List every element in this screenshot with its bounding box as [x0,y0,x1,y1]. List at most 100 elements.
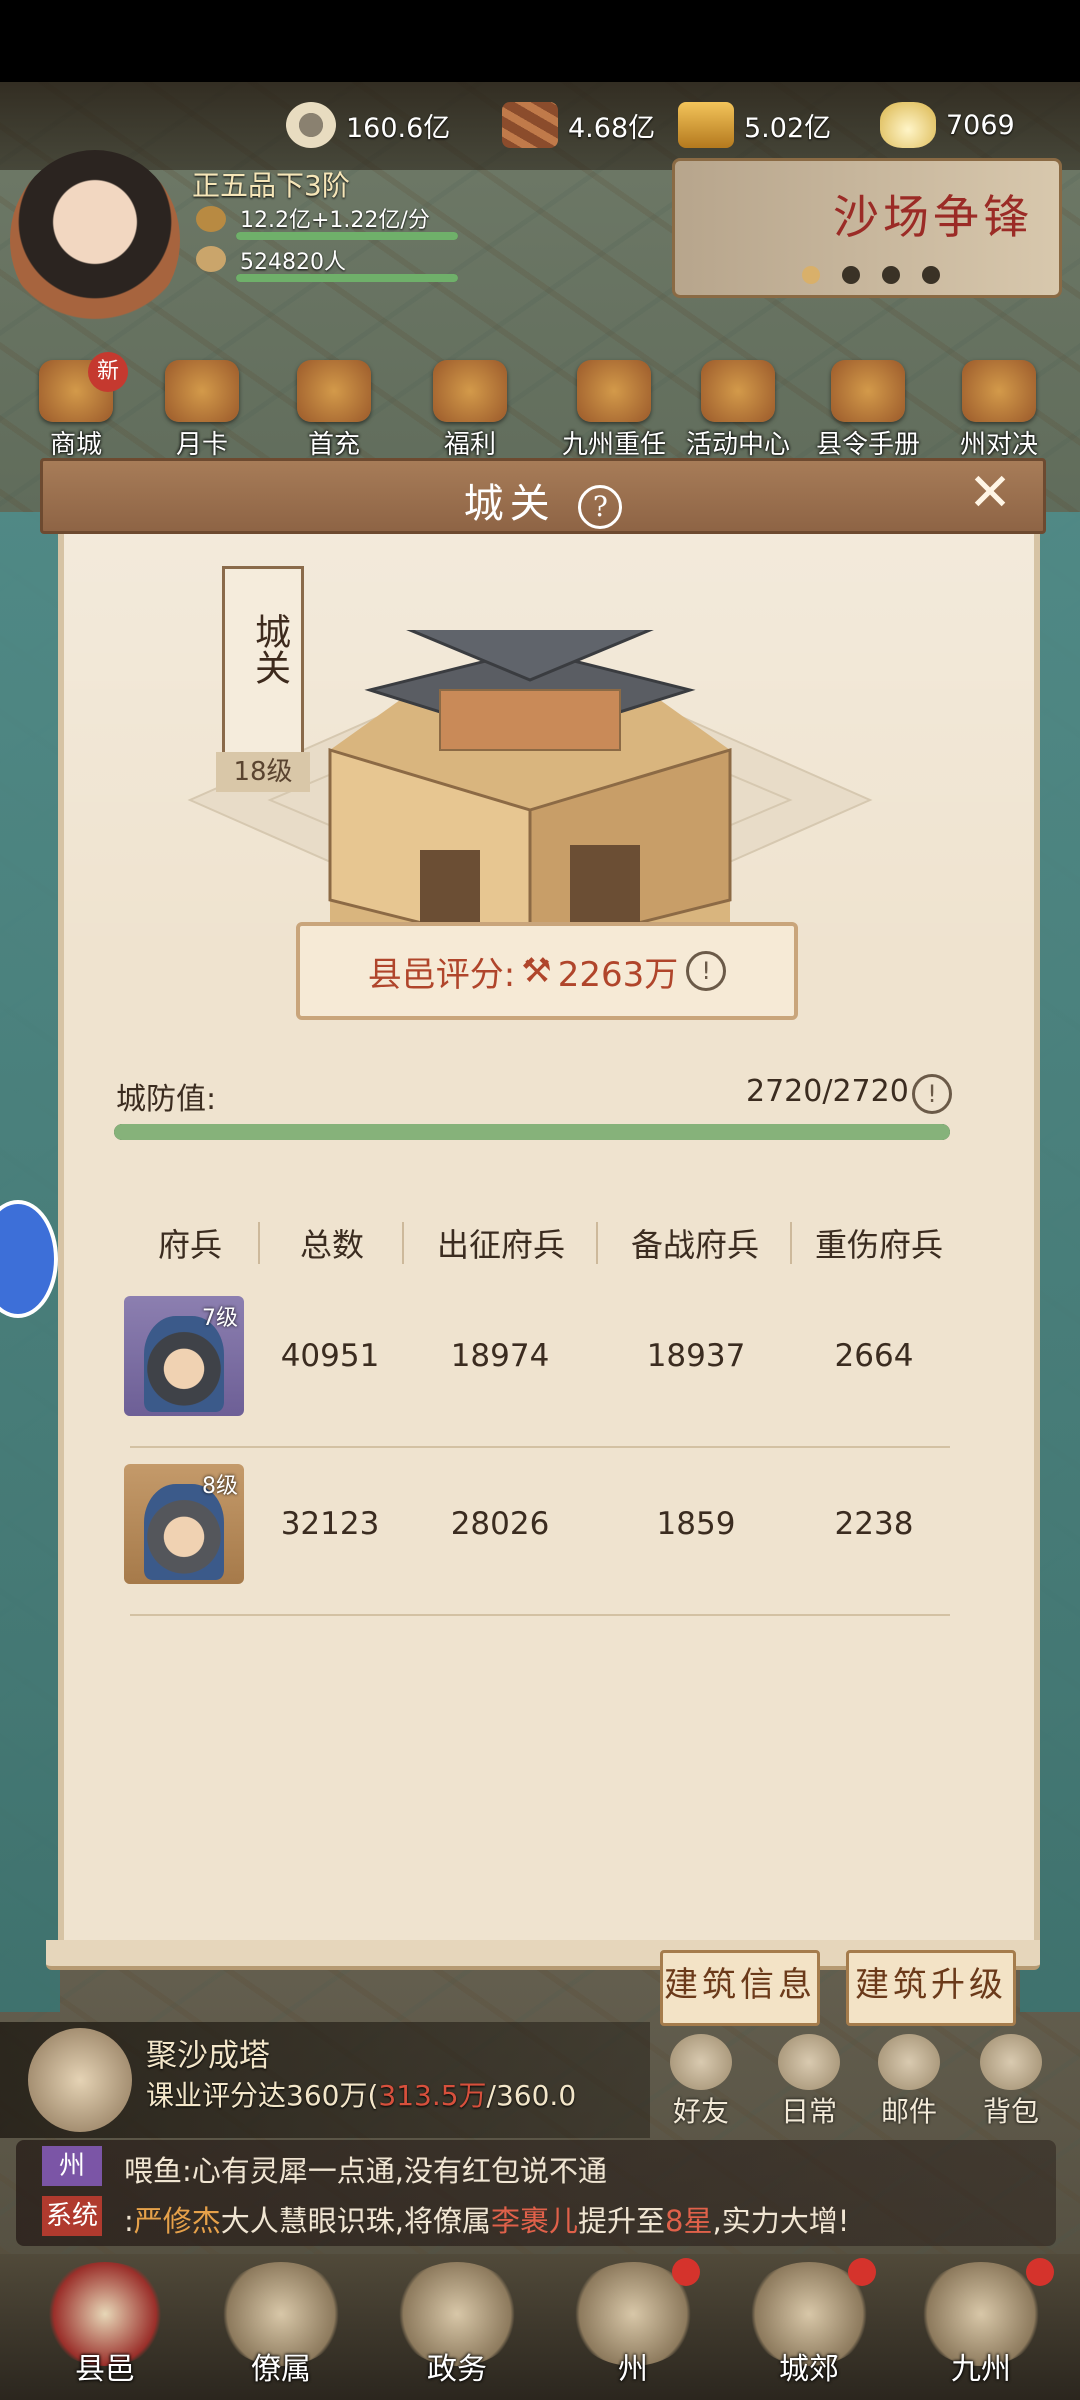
chat-text: 提升至 [578,2204,666,2238]
chat-text: ,实力大增! [712,2204,850,2238]
building-name: 城关 [249,613,290,685]
defense-value: 2720/2720 [746,1074,909,1109]
player-rank: 正五品下3阶 [192,169,350,202]
cell-reserve: 1859 [656,1506,736,1542]
banner-page-dot[interactable] [842,266,860,284]
menu-jiuzhou-mission[interactable]: 九州重任 [552,360,676,461]
notification-dot [848,2258,876,2286]
task-progress: 313.5万 [378,2079,487,2112]
silver-ingot-icon [880,102,936,148]
nav-retainers[interactable]: 僚属 [206,2262,356,2398]
nav-county[interactable]: 县邑 [30,2262,180,2398]
backpack-icon [980,2034,1042,2090]
help-icon[interactable]: ? [578,485,623,529]
col-header-soldier: 府兵 [157,1226,222,1264]
banner-page-dot[interactable] [922,266,940,284]
population-icon [196,246,226,272]
cell-deployed: 28026 [450,1506,550,1542]
score-value: 2263万 [557,954,679,995]
nav-label: 政务 [427,2352,487,2387]
chat-player-name[interactable]: 严修杰 [134,2204,221,2238]
player-income: 12.2亿+1.22亿/分 [240,208,430,233]
notification-dot [1026,2258,1054,2286]
building-info-button[interactable]: 建筑信息 [660,1950,820,2026]
task-desc-prefix: 课业评分达360万( [146,2079,379,2112]
nav-label: 县邑 [75,2352,135,2387]
cell-wounded: 2664 [834,1338,914,1374]
col-header-wounded: 重伤府兵 [814,1226,943,1264]
banner-page-dot[interactable] [882,266,900,284]
cell-total: 32123 [280,1506,380,1542]
nav-affairs[interactable]: 政务 [382,2262,532,2398]
cell-deployed: 18974 [450,1338,550,1374]
menu-welfare[interactable]: 福利 [420,360,520,461]
chat-star: 8星 [665,2204,713,2238]
col-divider [790,1222,792,1264]
chat-message: 喂鱼:心有灵犀一点通,没有红包说不通 [124,2154,607,2188]
wood-logs-icon [502,102,558,148]
chat-message: :严修杰大人慧眼识珠,将僚属李裹儿提升至8星,实力大增! [124,2198,849,2240]
soldier-portrait[interactable]: 7级 [124,1296,244,1416]
player-population: 524820人 [240,250,346,275]
task-scroll-icon [28,2028,132,2132]
welfare-icon [433,360,507,422]
menu-activity-center[interactable]: 活动中心 [676,360,800,461]
building-name-tag: 城关 [222,566,304,762]
resource-copper[interactable]: 160.6亿 [286,92,450,158]
resource-silver[interactable]: 7069 [880,92,1015,158]
task-description: 课业评分达360万(313.5万/360.0 [146,2074,576,2114]
nav-label: 九州 [951,2352,1011,2387]
first-recharge-icon [297,360,371,422]
monthly-card-icon [165,360,239,422]
soldier-portrait[interactable]: 8级 [124,1464,244,1584]
chat-retainer-name[interactable]: 李裹儿 [491,2204,578,2238]
side-label: 背包 [982,2095,1039,2128]
defense-info-icon[interactable]: ! [912,1074,952,1114]
resource-wood[interactable]: 4.68亿 [502,92,655,158]
close-button[interactable]: ✕ [946,462,1034,524]
side-label: 邮件 [880,2095,937,2128]
col-divider [402,1222,404,1264]
banner-title: 沙场争锋 [833,190,1033,244]
duel-icon [962,360,1036,422]
daily-button[interactable]: 日常 [764,2034,854,2130]
score-label: 县邑评分: [367,954,516,995]
event-banner[interactable]: 沙场争锋 [672,158,1062,298]
friends-button[interactable]: 好友 [656,2034,746,2130]
nav-label: 城郊 [779,2352,839,2387]
close-icon: ✕ [968,463,1012,523]
menu-monthly-card[interactable]: 月卡 [152,360,252,461]
chat-text: : [124,2204,134,2238]
banner-page-dot[interactable] [802,266,820,284]
county-score-box: 县邑评分: ⚒ 2263万 ! [296,922,798,1020]
info-icon[interactable]: ! [686,951,727,991]
cell-total: 40951 [280,1338,380,1374]
col-header-reserve: 备战府兵 [630,1226,759,1264]
menu-state-duel[interactable]: 州对决 [944,360,1054,461]
task-desc-suffix: /360.0 [486,2079,577,2112]
menu-label: 活动中心 [685,430,790,460]
menu-label: 县令手册 [815,430,920,460]
activity-icon [701,360,775,422]
col-divider [258,1222,260,1264]
table-row: 8级 32123 28026 1859 2238 [120,1440,950,1616]
building-upgrade-button[interactable]: 建筑升级 [846,1950,1016,2026]
resource-value: 7069 [946,109,1015,141]
menu-magistrate-handbook[interactable]: 县令手册 [806,360,930,461]
resource-value: 160.6亿 [346,112,451,144]
col-header-total: 总数 [299,1226,364,1264]
backpack-button[interactable]: 背包 [966,2034,1056,2130]
soldier-level: 7级 [202,1306,238,1331]
player-avatar[interactable] [10,150,180,330]
side-label: 日常 [780,2095,837,2128]
menu-first-recharge[interactable]: 首充 [284,360,384,461]
mail-button[interactable]: 邮件 [864,2034,954,2130]
chat-text: 大人慧眼识珠,将僚属 [220,2204,492,2238]
row-divider [130,1614,950,1616]
resource-gold[interactable]: 5.02亿 [678,92,831,158]
cell-wounded: 2238 [834,1506,914,1542]
menu-label: 商城 [49,430,102,460]
population-bar [236,274,458,282]
menu-label: 州对决 [959,430,1038,460]
mission-icon [577,360,651,422]
